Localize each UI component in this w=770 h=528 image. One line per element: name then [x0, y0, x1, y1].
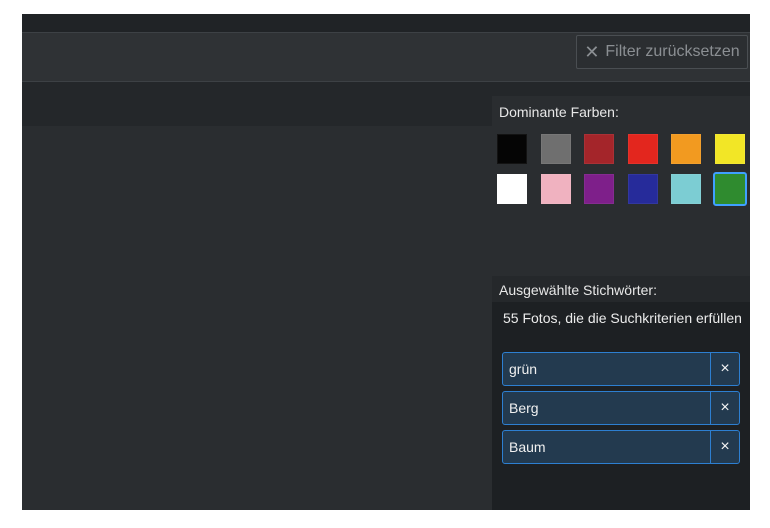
- title-bar: [22, 14, 750, 32]
- keywords-title: Ausgewählte Stichwörter:: [499, 282, 657, 298]
- reset-filter-button[interactable]: ✕ Filter zurücksetzen: [576, 35, 748, 69]
- reset-filter-label: Filter zurücksetzen: [605, 43, 740, 60]
- keyword-label: Berg: [509, 400, 539, 416]
- remove-keyword-button[interactable]: ×: [710, 392, 739, 424]
- swatch-black[interactable]: [497, 134, 527, 164]
- swatch-yellow[interactable]: [714, 134, 745, 164]
- filter-toolbar: ✕ Filter zurücksetzen: [22, 32, 750, 82]
- remove-keyword-button[interactable]: ×: [710, 431, 739, 463]
- swatch-red[interactable]: [627, 134, 658, 164]
- swatch-orange[interactable]: [671, 134, 701, 164]
- results-area: [22, 126, 492, 510]
- swatch-light-blue[interactable]: [671, 174, 701, 204]
- keywords-title-bar: Ausgewählte Stichwörter:: [492, 276, 750, 302]
- swatch-dark-red[interactable]: [584, 134, 614, 164]
- selected-keywords-panel: Ausgewählte Stichwörter: 55 Fotos, die d…: [492, 276, 750, 510]
- result-count: 55 Fotos, die die Suchkriterien erfüllen: [503, 310, 742, 326]
- swatch-blue[interactable]: [627, 174, 658, 204]
- keyword-chip: Baum ×: [502, 430, 740, 464]
- keyword-chip: Berg ×: [502, 391, 740, 425]
- keyword-label: Baum: [509, 439, 546, 455]
- toolbar-divider: [22, 82, 750, 96]
- results-header: [22, 96, 492, 126]
- remove-keyword-button[interactable]: ×: [710, 353, 739, 385]
- keyword-chip: grün ×: [502, 352, 740, 386]
- dominant-colors-title: Dominante Farben:: [499, 104, 619, 120]
- swatch-gray[interactable]: [540, 134, 571, 164]
- keyword-label: grün: [509, 361, 538, 377]
- app-window: ✕ Filter zurücksetzen Dominante Farben: …: [22, 14, 750, 510]
- swatch-white[interactable]: [497, 174, 527, 204]
- swatch-pink[interactable]: [540, 174, 571, 204]
- close-icon: ✕: [584, 42, 600, 62]
- swatch-purple[interactable]: [584, 174, 614, 204]
- swatch-green[interactable]: [712, 172, 747, 206]
